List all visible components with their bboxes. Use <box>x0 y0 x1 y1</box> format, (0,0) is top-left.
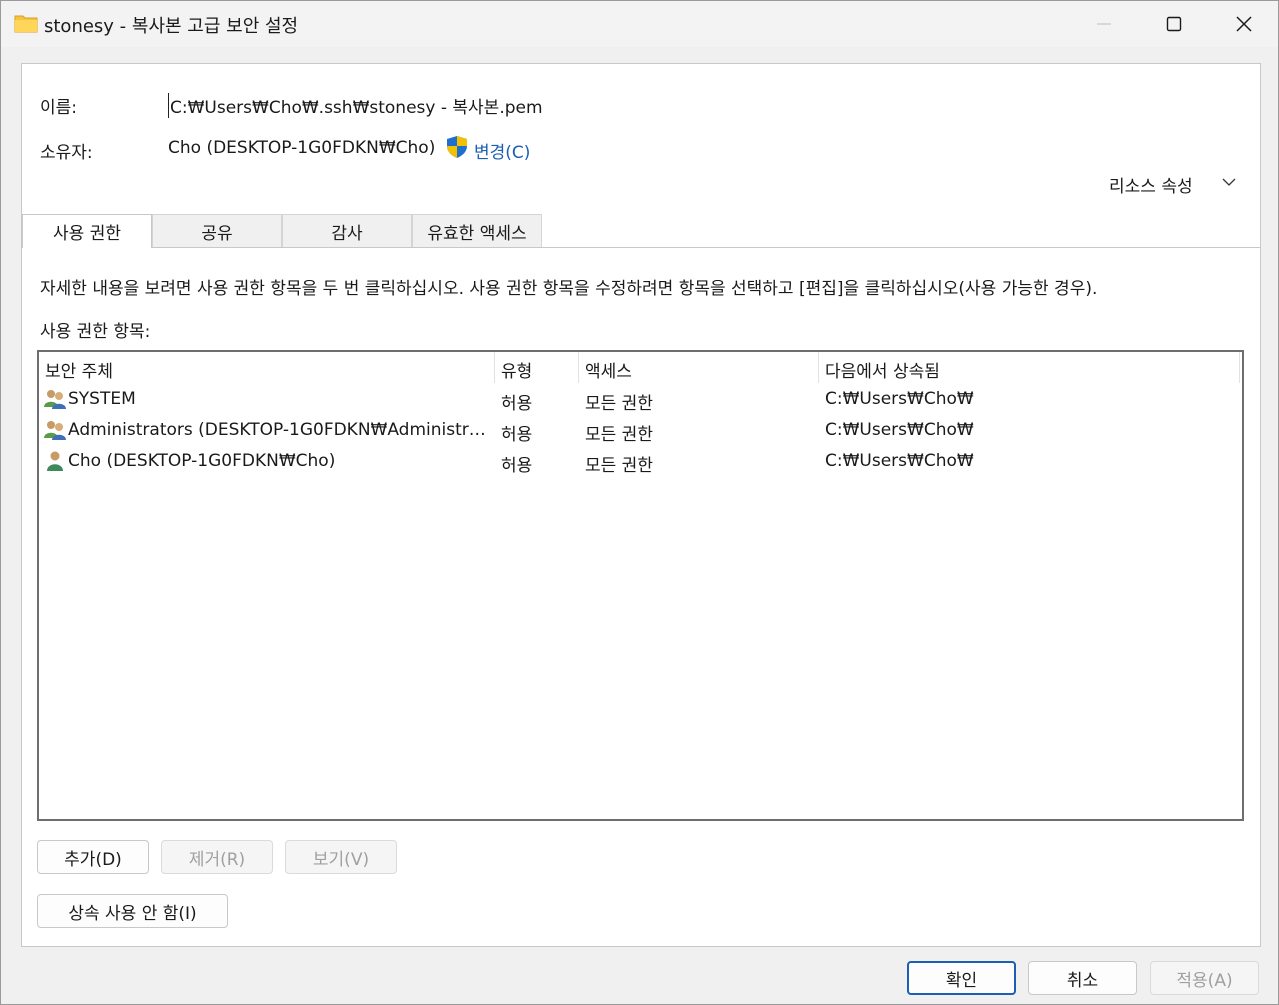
cancel-button[interactable]: 취소 <box>1028 961 1137 995</box>
owner-value: Cho (DESKTOP-1G0FDKN₩Cho) <box>168 138 436 158</box>
advanced-security-settings-window: stonesy - 복사본 고급 보안 설정 이름: C:₩Users₩Cho₩… <box>0 0 1279 1005</box>
window-title: stonesy - 복사본 고급 보안 설정 <box>44 16 299 37</box>
group-users-icon <box>44 390 66 409</box>
column-separator[interactable] <box>494 352 495 383</box>
entry-type: 허용 <box>501 425 533 445</box>
column-separator[interactable] <box>818 352 819 383</box>
apply-button[interactable]: 적용(A) <box>1150 961 1259 995</box>
folder-icon <box>14 15 38 33</box>
principal-name: Administrators (DESKTOP-1G0FDKN₩Administ… <box>68 420 492 440</box>
tab-auditing[interactable]: 감사 <box>282 214 412 247</box>
tab-effective-access[interactable]: 유효한 액세스 <box>412 214 542 247</box>
column-separator[interactable] <box>1239 352 1240 383</box>
column-access[interactable]: 액세스 <box>585 357 632 382</box>
entry-access: 모든 권한 <box>585 425 653 445</box>
name-label: 이름: <box>40 98 78 118</box>
name-value[interactable]: C:₩Users₩Cho₩.ssh₩stonesy - 복사본.pem <box>168 93 543 118</box>
close-icon <box>1236 16 1252 32</box>
title-bar[interactable]: stonesy - 복사본 고급 보안 설정 <box>1 1 1278 47</box>
table-row[interactable]: Cho (DESKTOP-1G0FDKN₩Cho) 허용 모든 권한 C:₩Us… <box>39 447 1242 477</box>
resource-properties-toggle[interactable]: 리소스 속성 <box>1109 172 1193 197</box>
maximize-button[interactable] <box>1139 1 1209 47</box>
entry-inherited-from: C:₩Users₩Cho₩ <box>825 451 974 471</box>
disable-inheritance-button[interactable]: 상속 사용 안 함(I) <box>37 894 228 928</box>
tab-permissions[interactable]: 사용 권한 <box>22 214 152 248</box>
minimize-icon <box>1097 23 1111 25</box>
group-users-icon <box>44 421 66 440</box>
maximize-icon <box>1166 16 1182 32</box>
owner-label: 소유자: <box>40 143 93 163</box>
principal-name: Cho (DESKTOP-1G0FDKN₩Cho) <box>68 451 336 471</box>
table-row[interactable]: SYSTEM 허용 모든 권한 C:₩Users₩Cho₩ <box>39 385 1242 415</box>
principal-name: SYSTEM <box>68 389 136 409</box>
column-type[interactable]: 유형 <box>501 357 532 382</box>
entry-access: 모든 권한 <box>585 394 653 414</box>
ok-button[interactable]: 확인 <box>907 961 1016 995</box>
entry-type: 허용 <box>501 394 533 414</box>
list-header: 보안 주체 유형 액세스 다음에서 상속됨 <box>39 352 1242 384</box>
info-text: 자세한 내용을 보려면 사용 권한 항목을 두 번 클릭하십시오. 사용 권한 … <box>40 279 1098 299</box>
close-button[interactable] <box>1209 1 1279 47</box>
tab-bar: 사용 권한 공유 감사 유효한 액세스 <box>22 214 1260 248</box>
change-owner-link[interactable]: 변경(C) <box>474 138 530 163</box>
tab-sharing[interactable]: 공유 <box>152 214 282 247</box>
entry-type: 허용 <box>501 456 533 476</box>
user-icon <box>47 451 63 471</box>
remove-button[interactable]: 제거(R) <box>161 840 273 874</box>
entry-access: 모든 권한 <box>585 456 653 476</box>
permission-entries-label: 사용 권한 항목: <box>40 322 151 342</box>
table-row[interactable]: Administrators (DESKTOP-1G0FDKN₩Administ… <box>39 416 1242 446</box>
column-separator[interactable] <box>578 352 579 383</box>
add-button[interactable]: 추가(D) <box>37 840 149 874</box>
column-principal[interactable]: 보안 주체 <box>45 357 113 382</box>
column-inherited-from[interactable]: 다음에서 상속됨 <box>825 357 940 382</box>
uac-shield-icon <box>447 136 467 158</box>
entry-inherited-from: C:₩Users₩Cho₩ <box>825 389 974 409</box>
view-button[interactable]: 보기(V) <box>285 840 397 874</box>
permission-entries-list[interactable]: 보안 주체 유형 액세스 다음에서 상속됨 SYSTEM 허용 모든 권한 C:… <box>37 350 1244 821</box>
chevron-down-icon[interactable] <box>1221 176 1237 188</box>
minimize-button[interactable] <box>1069 1 1139 47</box>
entry-inherited-from: C:₩Users₩Cho₩ <box>825 420 974 440</box>
settings-panel: 이름: C:₩Users₩Cho₩.ssh₩stonesy - 복사본.pem … <box>21 63 1261 947</box>
